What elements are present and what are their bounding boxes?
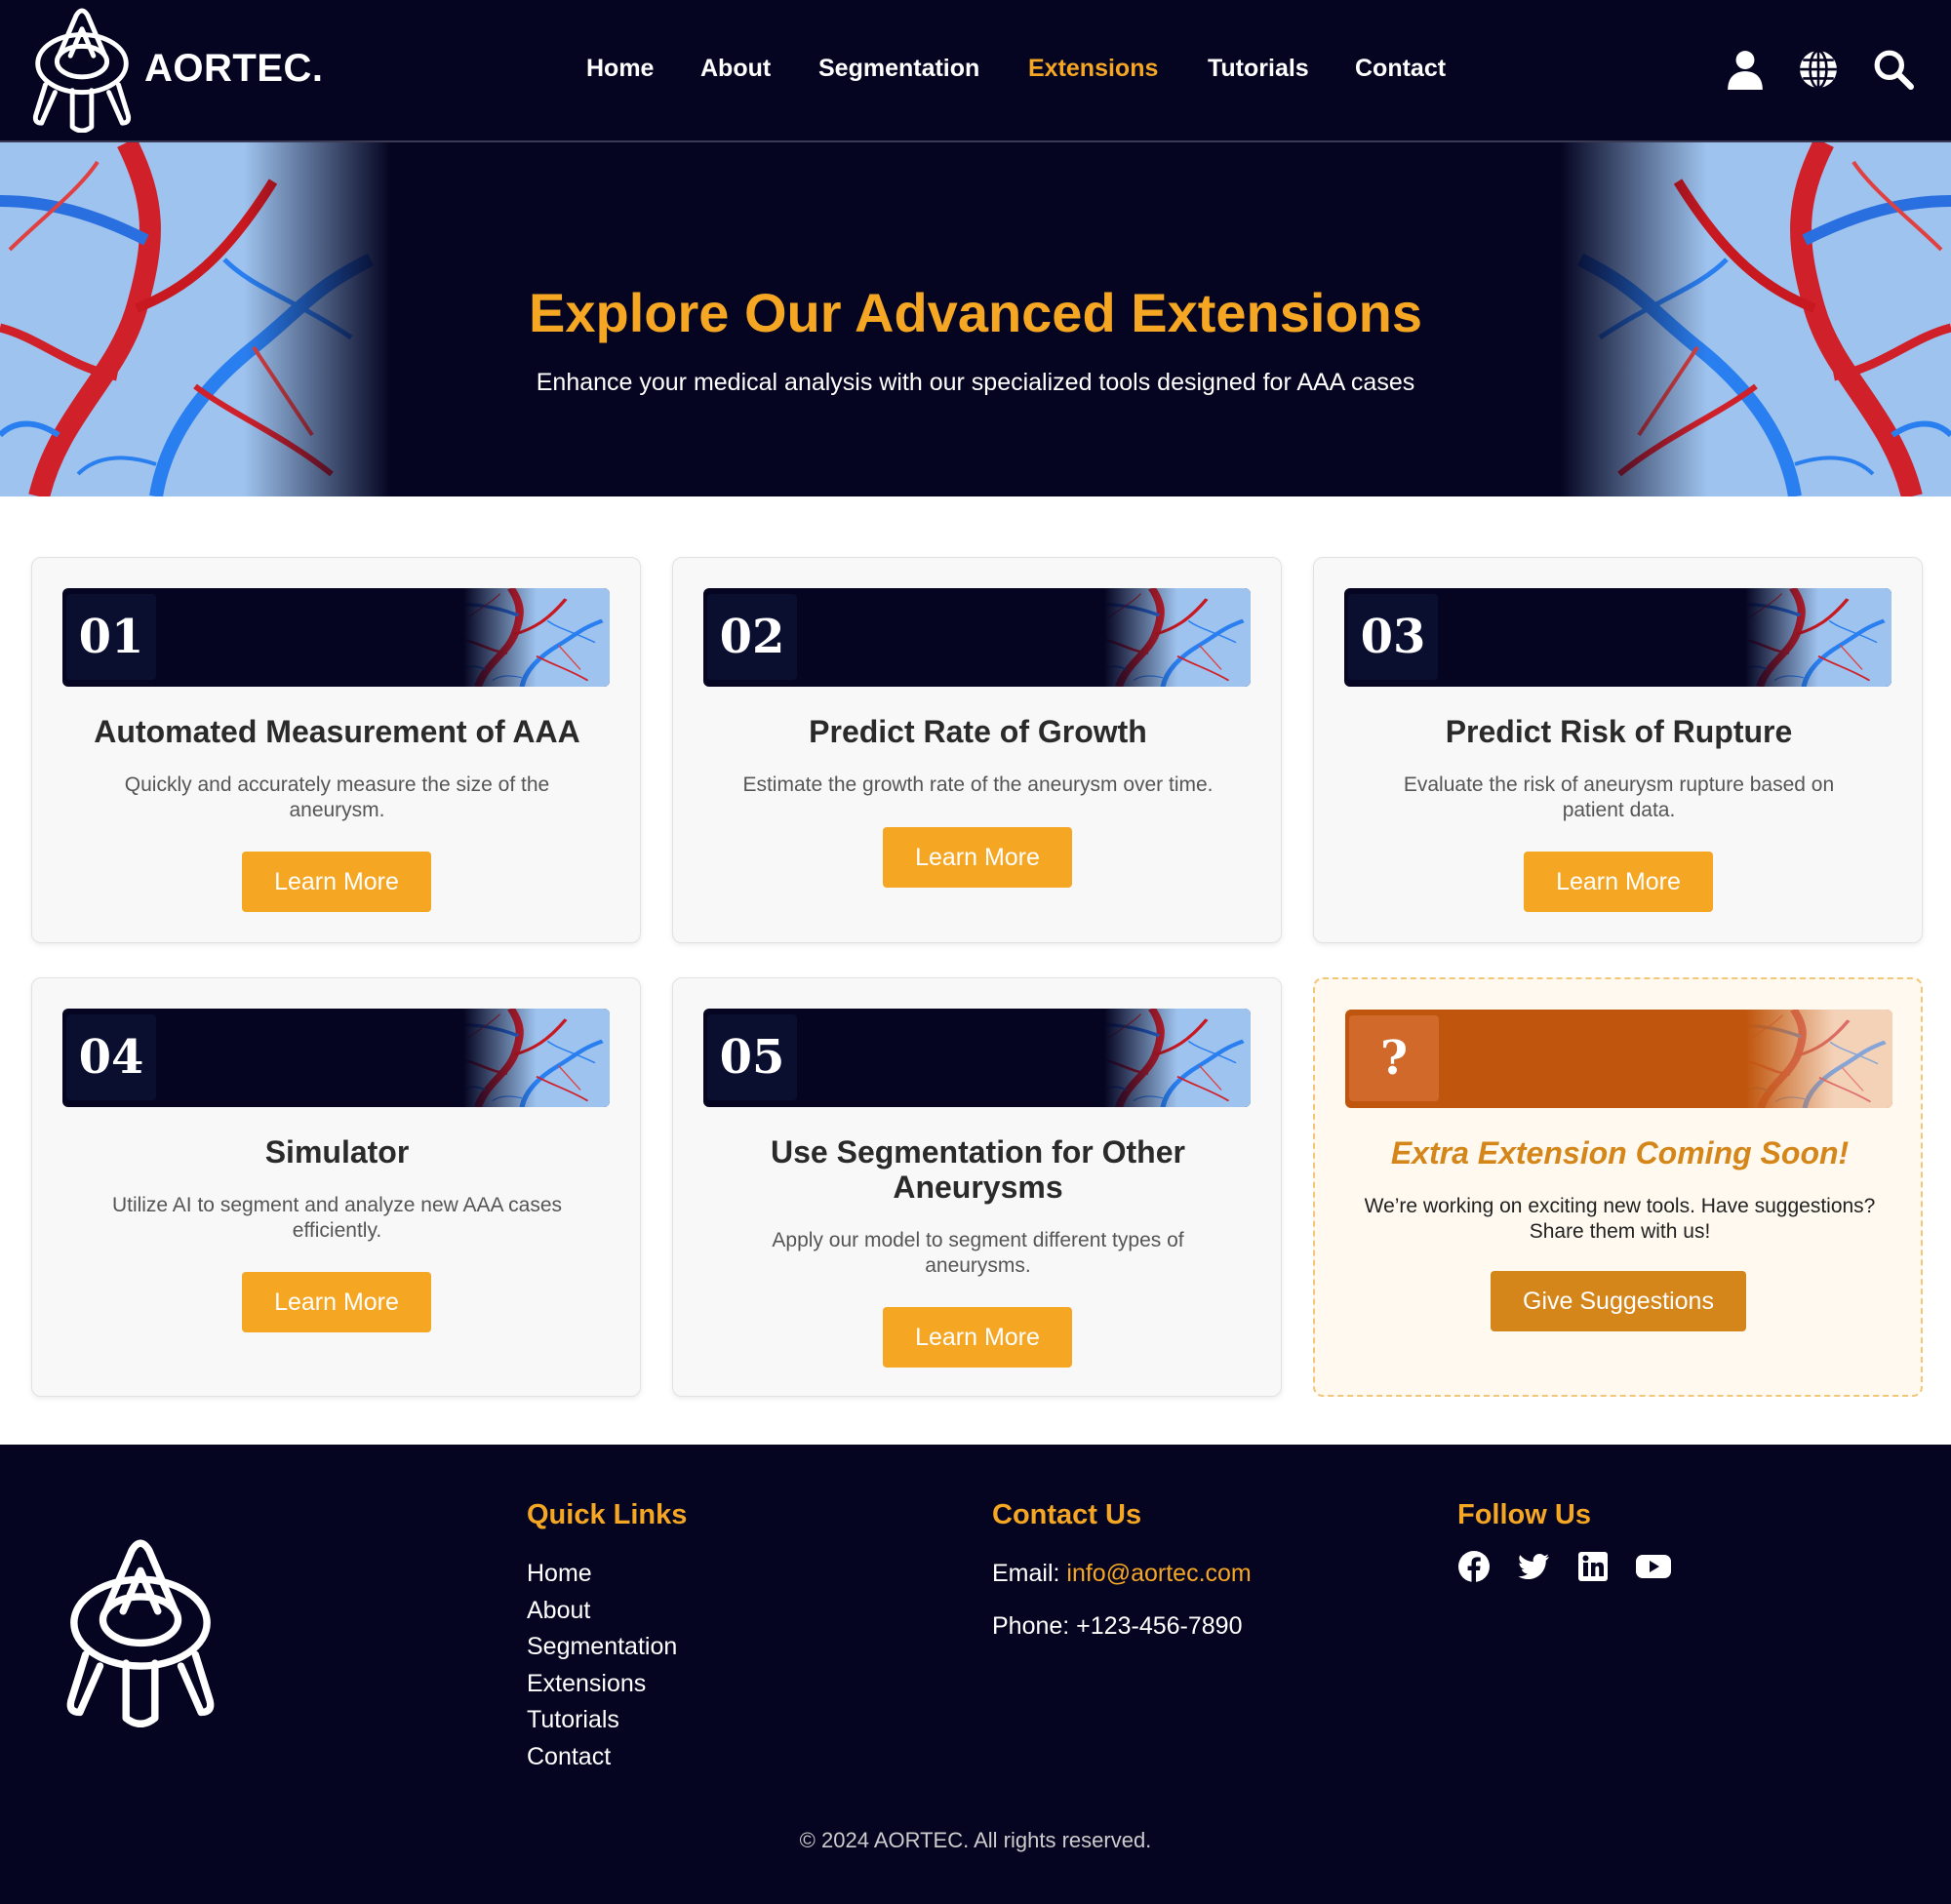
card-title: Predict Risk of Rupture (1445, 714, 1793, 749)
nav-about[interactable]: About (700, 55, 771, 83)
contact-heading: Contact Us (992, 1499, 1142, 1530)
vessel-thumbnail (1104, 1009, 1251, 1107)
copyright: © 2024 AORTEC. All rights reserved. (799, 1828, 1152, 1852)
email-label: Email: (992, 1560, 1067, 1587)
extension-card: 01 Automated Measurement of AAA Quickly … (31, 557, 641, 943)
card-description: We’re working on exciting new tools. Hav… (1364, 1195, 1876, 1243)
card-number: 05 (707, 1014, 797, 1100)
card-description: Quickly and accurately measure the size … (124, 774, 550, 821)
card-description: Utilize AI to segment and analyze new AA… (111, 1194, 563, 1242)
extension-card: 03 Predict Risk of Rupture Evaluate the … (1313, 557, 1923, 943)
footer-link-extensions[interactable]: Extensions (527, 1670, 646, 1698)
vessel-thumbnail (1745, 588, 1891, 687)
aortec-logo-icon (62, 1538, 219, 1727)
hero-title: Explore Our Advanced Extensions (529, 282, 1422, 343)
nav-segmentation[interactable]: Segmentation (818, 55, 979, 83)
coming-soon-card: ? Extra Extension Coming Soon! We’re wor… (1313, 977, 1923, 1397)
extension-card: 05 Use Segmentation for Other Aneurysms … (672, 977, 1282, 1397)
card-banner: 01 (62, 588, 610, 687)
card-banner: ? (1345, 1010, 1892, 1108)
twitter-icon[interactable] (1517, 1550, 1550, 1583)
vessel-thumbnail (1746, 1010, 1892, 1108)
learn-more-button[interactable]: Learn More (242, 1272, 431, 1332)
vessel-thumbnail (463, 1009, 610, 1107)
footer-link-about[interactable]: About (527, 1597, 590, 1625)
follow-heading: Follow Us (1457, 1499, 1591, 1530)
card-description: Evaluate the risk of aneurysm rupture ba… (1403, 774, 1835, 821)
card-number: ? (1349, 1015, 1439, 1101)
card-description: Apply our model to segment different typ… (772, 1229, 1184, 1277)
contact-phone: Phone: +123-456-7890 (992, 1612, 1243, 1640)
learn-more-button[interactable]: Learn More (883, 827, 1072, 888)
learn-more-button[interactable]: Learn More (1524, 852, 1713, 912)
give-suggestions-button[interactable]: Give Suggestions (1491, 1271, 1746, 1331)
footer-link-contact[interactable]: Contact (527, 1743, 611, 1771)
main-nav: Home About Segmentation Extensions Tutor… (0, 55, 1951, 86)
card-title: Predict Rate of Growth (809, 714, 1147, 749)
card-title: Simulator (264, 1134, 410, 1170)
site-footer: Quick Links Home About Segmentation Exte… (0, 1445, 1951, 1904)
user-icon[interactable] (1725, 49, 1766, 90)
globe-icon[interactable] (1798, 49, 1839, 90)
extension-card: 02 Predict Rate of Growth Estimate the g… (672, 557, 1282, 943)
footer-link-tutorials[interactable]: Tutorials (527, 1706, 619, 1734)
hero-subtitle: Enhance your medical analysis with our s… (536, 369, 1415, 396)
learn-more-button[interactable]: Learn More (242, 852, 431, 912)
facebook-icon[interactable] (1457, 1550, 1491, 1583)
card-number: 03 (1348, 594, 1438, 680)
vessel-thumbnail (463, 588, 610, 687)
hero-section: Explore Our Advanced Extensions Enhance … (0, 142, 1951, 496)
card-title: Use Segmentation for Other Aneurysms (771, 1134, 1185, 1205)
vessel-thumbnail (1104, 588, 1251, 687)
linkedin-icon[interactable] (1576, 1550, 1610, 1583)
card-number: 01 (66, 594, 156, 680)
card-number: 02 (707, 594, 797, 680)
card-title: Automated Measurement of AAA (94, 714, 580, 749)
site-header: AORTEC. Home About Segmentation Extensio… (0, 0, 1951, 142)
card-banner: 04 (62, 1009, 610, 1107)
email-link[interactable]: info@aortec.com (1066, 1560, 1251, 1587)
learn-more-button[interactable]: Learn More (883, 1307, 1072, 1368)
nav-tutorials[interactable]: Tutorials (1208, 55, 1309, 83)
card-banner: 05 (703, 1009, 1251, 1107)
nav-home[interactable]: Home (586, 55, 654, 83)
search-icon[interactable] (1873, 49, 1914, 90)
nav-contact[interactable]: Contact (1355, 55, 1446, 83)
card-number: 04 (66, 1014, 156, 1100)
footer-link-segmentation[interactable]: Segmentation (527, 1633, 677, 1661)
nav-extensions[interactable]: Extensions (1028, 55, 1158, 83)
extension-card: 04 Simulator Utilize AI to segment and a… (31, 977, 641, 1397)
quick-links-heading: Quick Links (527, 1499, 688, 1530)
footer-link-home[interactable]: Home (527, 1560, 592, 1588)
card-description: Estimate the growth rate of the aneurysm… (742, 774, 1214, 796)
youtube-icon[interactable] (1635, 1550, 1672, 1583)
card-title: Extra Extension Coming Soon! (1390, 1135, 1850, 1170)
card-banner: 02 (703, 588, 1251, 687)
contact-email: Email: info@aortec.com (992, 1560, 1252, 1588)
card-banner: 03 (1344, 588, 1891, 687)
